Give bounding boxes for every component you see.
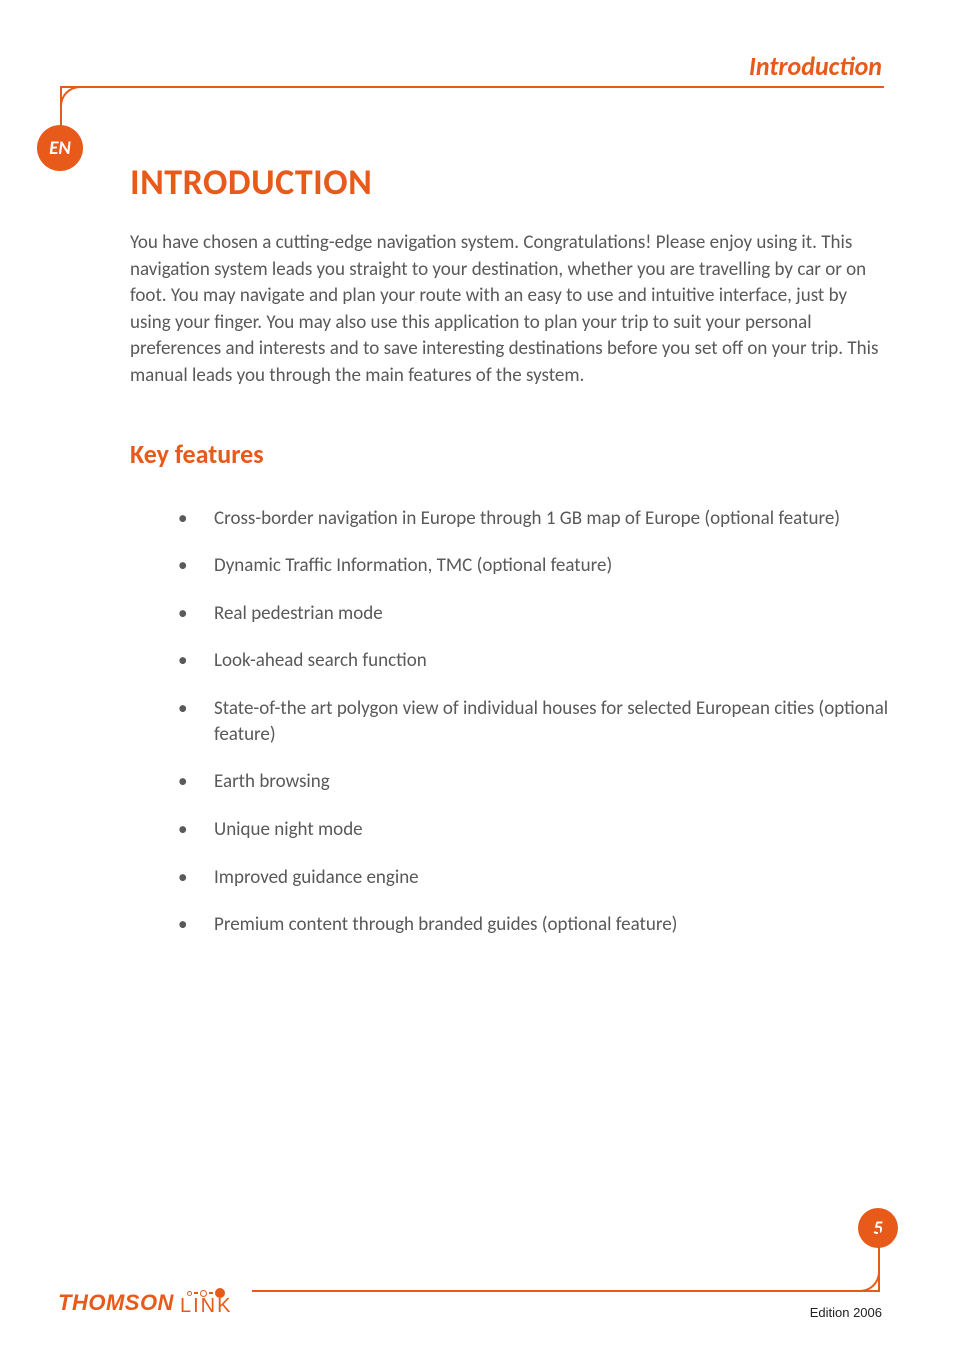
feature-item: State-of-the art polygon view of individ… <box>178 696 890 747</box>
feature-item: Look-ahead search function <box>178 648 890 674</box>
language-badge: EN <box>37 125 83 171</box>
corner-vert-line-bottom <box>878 1228 880 1292</box>
brand-secondary-text: LINK <box>180 1296 232 1316</box>
edition-text: Edition 2006 <box>810 1305 882 1320</box>
key-features-heading: Key features <box>130 438 890 470</box>
feature-item: Earth browsing <box>178 769 890 795</box>
feature-item: Premium content through branded guides (… <box>178 912 890 938</box>
intro-paragraph: You have chosen a cutting-edge navigatio… <box>130 230 890 390</box>
feature-item: Unique night mode <box>178 817 890 843</box>
brand-primary-text: THOMSON <box>58 1290 174 1316</box>
feature-item: Improved guidance engine <box>178 865 890 891</box>
content-area: INTRODUCTION You have chosen a cutting-e… <box>130 160 890 960</box>
header-section-title: Introduction <box>749 50 882 82</box>
feature-item: Real pedestrian mode <box>178 601 890 627</box>
page-heading: INTRODUCTION <box>130 160 890 204</box>
footer-rule <box>252 1290 880 1292</box>
header-rule <box>60 86 884 88</box>
brand-logo: THOMSON LINK <box>58 1288 232 1316</box>
features-list: Cross-border navigation in Europe throug… <box>130 506 890 938</box>
corner-curve-bottom <box>860 1272 880 1292</box>
brand-secondary-logo: LINK <box>180 1288 232 1316</box>
feature-item: Cross-border navigation in Europe throug… <box>178 506 890 532</box>
corner-curve-top <box>60 86 80 106</box>
feature-item: Dynamic Traffic Information, TMC (option… <box>178 553 890 579</box>
